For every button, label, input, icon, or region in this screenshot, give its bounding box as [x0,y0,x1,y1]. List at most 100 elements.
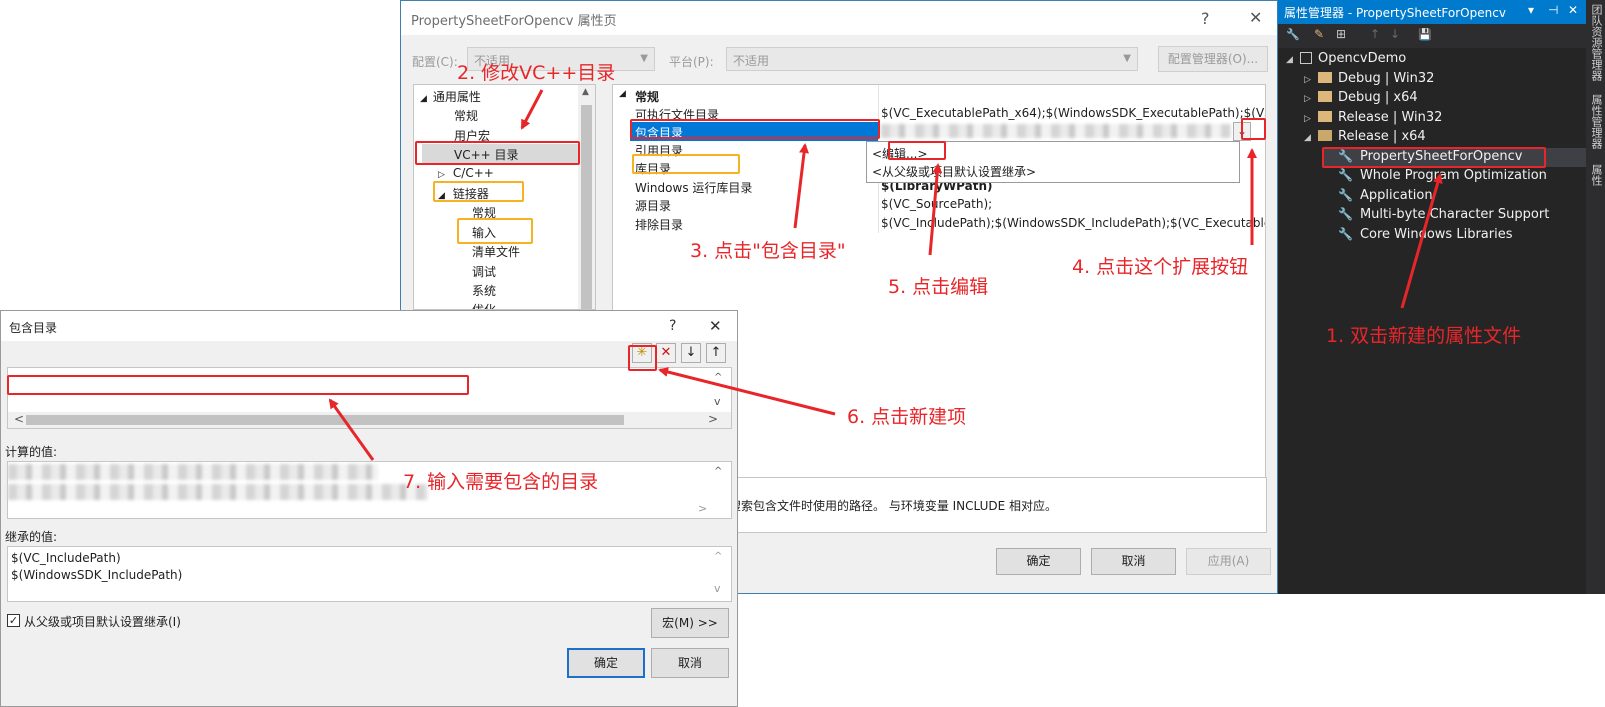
annotation-box-edit [888,141,946,160]
pm-item-debug-win32[interactable]: ▷ Debug | Win32 [1304,71,1434,86]
ok-button[interactable]: 确定 [996,548,1081,575]
scroll-down-icon[interactable]: v [714,582,721,595]
help-icon[interactable]: ? [669,318,676,334]
inherited-value: $(VC_IncludePath) [11,551,121,565]
computed-value-blurred [8,464,378,480]
tree-item-system[interactable]: 系统 [472,282,496,299]
scroll-down-icon[interactable]: v [714,395,721,408]
tree-item-general[interactable]: 常规 [454,107,478,124]
inherit-checkbox-label: 从父级或项目默认设置继承(I) [24,615,181,629]
property-manager-title: 属性管理器 - PropertySheetForOpencv [1284,6,1506,20]
annotation-box-new-entry [7,375,469,395]
move-down-button[interactable]: ↓ [681,343,701,363]
grid-section-general[interactable]: ◢ 常规 [613,86,1265,105]
grid-row-exclude-dirs[interactable]: 排除目录 $(VC_IncludePath);$(WindowsSDK_Incl… [613,214,1265,233]
scroll-right-icon[interactable]: > [708,412,718,426]
expander-icon[interactable]: ◢ [1286,55,1300,65]
annotation-box-linker [433,181,524,202]
annotation-step-5: 5. 点击编辑 [888,276,989,298]
close-icon[interactable]: ✕ [1568,3,1578,17]
property-manager-panel: 属性管理器 - PropertySheetForOpencv ▾ ⊣ ✕ 🔧 ✎… [1278,0,1586,594]
wrench-icon: 🔧 [1338,168,1353,182]
tree-item-cpp[interactable]: ▷ C/C++ [438,166,494,180]
property-manager-toolbar: 🔧 ✎ ⊞ ↑ ↓ 💾 [1278,24,1586,48]
save-icon[interactable]: 💾 [1418,28,1432,41]
expander-icon[interactable]: ▷ [438,170,445,180]
tree-item-common[interactable]: ◢ 通用属性 [420,88,481,105]
scroll-up-icon[interactable]: ▲ [582,87,589,97]
cancel-button[interactable]: 取消 [1091,548,1176,575]
scroll-thumb[interactable] [26,415,624,425]
cancel-button[interactable]: 取消 [651,648,729,678]
pm-item-multibyte-support[interactable]: 🔧 Multi-byte Character Support [1338,207,1549,222]
close-icon[interactable]: ✕ [709,317,722,335]
config-label: 配置(C): [412,55,458,69]
pm-item-whole-program-optimization[interactable]: 🔧 Whole Program Optimization [1338,168,1547,183]
tree-item-optimization[interactable]: 优化 [472,301,496,309]
inherited-values-box: $(VC_IncludePath) $(WindowsSDK_IncludePa… [7,546,732,602]
inherit-checkbox[interactable]: ✓ [7,614,20,627]
pm-item-release-x64[interactable]: ◢ Release | x64 [1304,129,1426,144]
dropdown-item-inherit[interactable]: <从父级或项目默认设置继承> [872,163,1036,180]
tree-item-manifest[interactable]: 清单文件 [472,243,520,260]
chevron-down-icon: ▼ [1123,53,1131,64]
side-tab-property-manager[interactable]: 属性管理器 [1588,94,1604,156]
annotation-box-property-sheet [1322,147,1546,168]
config-manager-button[interactable]: 配置管理器(O)... [1158,46,1268,72]
scroll-up-icon[interactable]: ^ [714,372,722,383]
expander-icon[interactable]: ◢ [619,89,626,99]
pm-item-project[interactable]: ◢ OpencvDemo [1286,51,1406,66]
platform-value: 不适用 [733,54,770,68]
help-icon[interactable]: ? [1201,9,1210,28]
description-pane: 搜索包含文件时使用的路径。 与环境变量 INCLUDE 相对应。 [716,477,1267,533]
pm-item-debug-x64[interactable]: ▷ Debug | x64 [1304,90,1418,105]
expander-icon[interactable]: ◢ [1304,133,1318,143]
wrench-icon: 🔧 [1338,227,1353,241]
scroll-left-icon[interactable]: < [14,412,24,426]
delete-button[interactable]: ✕ [656,343,676,363]
move-up-icon[interactable]: ↑ [1370,27,1380,41]
platform-combo[interactable]: 不适用 ▼ [726,47,1138,71]
include-dialog-title: 包含目录 [9,321,58,335]
annotation-box-new-line [628,345,657,371]
blank-area [738,594,1605,707]
annotation-step-1: 1. 双击新建的属性文件 [1326,325,1522,347]
side-tab-properties[interactable]: 属性 [1588,164,1604,194]
scroll-right-icon[interactable]: > [698,502,707,515]
tree-item-debugging[interactable]: 调试 [472,263,496,280]
annotation-step-6: 6. 点击新建项 [847,406,967,428]
expander-icon[interactable]: ▷ [1304,114,1318,124]
expander-icon[interactable]: ▷ [1304,94,1318,104]
close-icon[interactable]: ✕ [1249,8,1262,27]
pm-item-release-win32[interactable]: ▷ Release | Win32 [1304,110,1442,125]
pm-item-application[interactable]: 🔧 Application [1338,188,1433,203]
annotation-step-2: 2. 修改VC++目录 [457,62,616,84]
expander-icon[interactable]: ◢ [420,94,427,104]
folder-icon [1318,111,1332,122]
computed-values-box[interactable]: ^ > [7,461,732,519]
grid-row-source-dirs[interactable]: 源目录 $(VC_SourcePath); [613,195,1265,214]
property-pages-title: PropertySheetForOpencv 属性页 [411,14,617,29]
dropdown-icon[interactable]: ▾ [1528,3,1534,17]
pm-item-core-windows-libraries[interactable]: 🔧 Core Windows Libraries [1338,227,1512,242]
folder-icon [1318,91,1332,102]
tree-scrollbar[interactable]: ▲ [578,85,595,309]
wrench-icon[interactable]: 🔧 [1286,28,1300,41]
scroll-thumb[interactable] [581,105,592,309]
expander-icon[interactable]: ▷ [1304,75,1318,85]
scroll-up-icon[interactable]: ^ [714,466,722,477]
add-existing-icon[interactable]: ⊞ [1336,27,1346,41]
side-tab-team-explorer[interactable]: 团队资源管理器 [1588,4,1604,88]
annotation-box-vc-dirs [415,141,580,165]
horizontal-scrollbar[interactable]: < > [8,412,731,428]
property-pages-titlebar: PropertySheetForOpencv 属性页 ? ✕ [401,1,1277,35]
pin-icon[interactable]: ⊣ [1548,3,1558,17]
add-sheet-icon[interactable]: ✎ [1314,27,1324,41]
move-down-icon[interactable]: ↓ [1390,27,1400,41]
annotation-box-expand [1241,118,1266,140]
macros-button[interactable]: 宏(M) >> [651,608,729,638]
move-up-button[interactable]: ↑ [706,343,726,363]
apply-button[interactable]: 应用(A) [1186,548,1271,575]
scroll-up-icon[interactable]: ^ [714,551,722,562]
ok-button[interactable]: 确定 [567,648,645,678]
